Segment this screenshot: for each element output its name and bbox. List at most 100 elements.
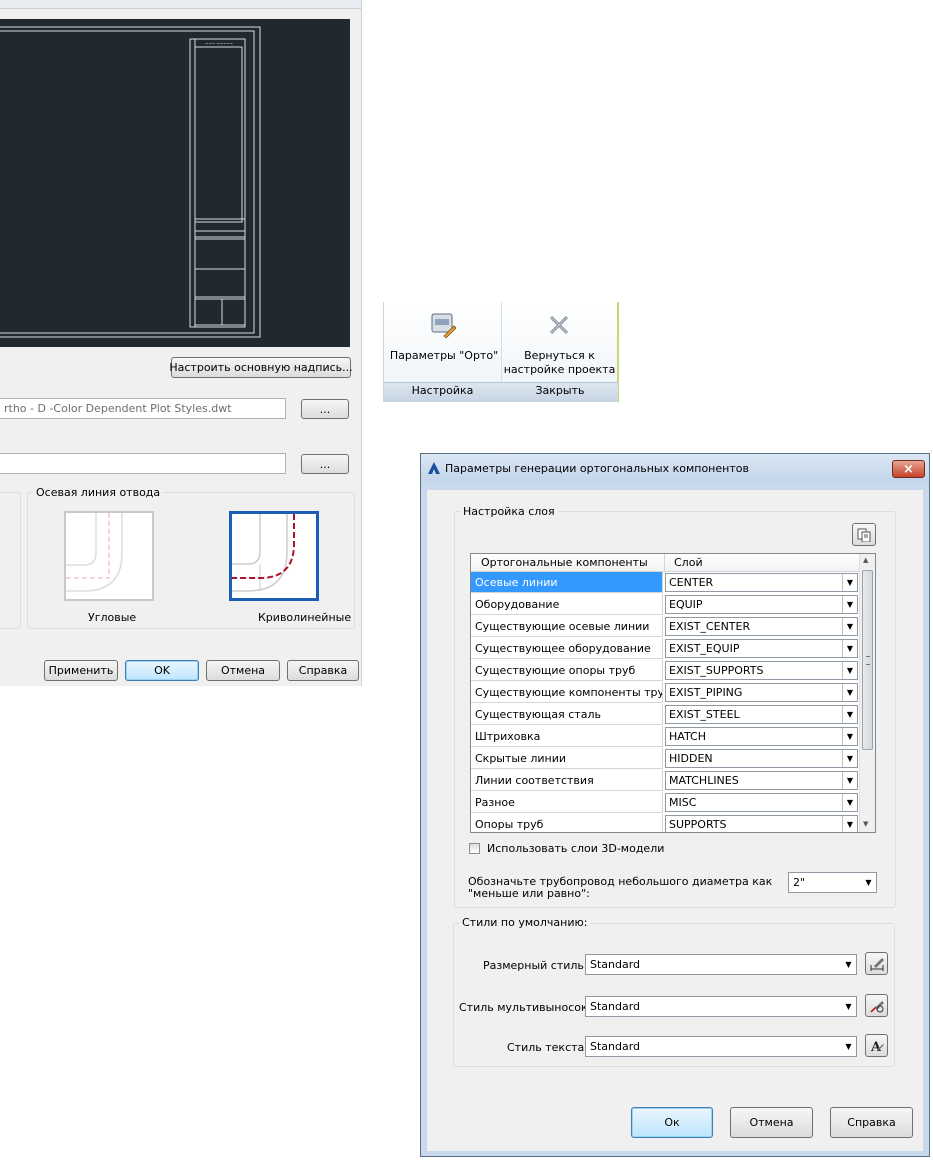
layer-table-header: Ортогональные компоненты Слой (471, 554, 860, 572)
ortho-settings-ribbon-button[interactable]: Параметры "Орто" (386, 304, 500, 381)
multileader-style-icon (869, 1000, 884, 1013)
default-styles-title: Стили по умолчанию: (459, 916, 591, 929)
header-divider (664, 554, 665, 571)
dim-style-value: Standard (590, 958, 641, 971)
component-cell[interactable]: Существующие опоры труб (471, 660, 663, 681)
chevron-down-icon: ▼ (842, 640, 857, 657)
use-3d-layers-checkbox[interactable] (469, 843, 480, 854)
table-row[interactable]: Существующие опоры труб EXIST_SUPPORTS ▼ (471, 660, 860, 682)
layer-combo[interactable]: EXIST_PIPING ▼ (665, 683, 858, 702)
layer-value: MATCHLINES (669, 774, 739, 787)
layer-value: SUPPORTS (669, 818, 727, 831)
title-block-drawing: ~~~ ~~~~~ (0, 26, 261, 338)
dialog-ok-button[interactable]: Ок (631, 1107, 713, 1138)
dialog-help-button[interactable]: Справка (830, 1107, 913, 1138)
apply-button[interactable]: Применить (44, 660, 118, 681)
layer-combo[interactable]: EQUIP ▼ (665, 595, 858, 614)
mleader-style-manager-button[interactable] (865, 994, 888, 1017)
layer-combo[interactable]: HATCH ▼ (665, 727, 858, 746)
component-cell[interactable]: Существующая сталь (471, 704, 663, 725)
chevron-down-icon: ▼ (845, 960, 852, 969)
table-row[interactable]: Существующие компоненты трубо...EXIST_PI… (471, 682, 860, 704)
table-row[interactable]: Существующая сталь EXIST_STEEL ▼ (471, 704, 860, 726)
help-button[interactable]: Справка (287, 660, 359, 681)
chevron-down-icon: ▼ (842, 772, 857, 789)
chevron-down-icon: ▼ (842, 728, 857, 745)
return-label-line2: настройке проекта (503, 363, 616, 376)
text-style-manager-button[interactable]: A (865, 1034, 888, 1057)
secondary-path-field[interactable] (0, 453, 286, 474)
table-row[interactable]: Опоры труб SUPPORTS ▼ (471, 814, 860, 832)
layer-value: EXIST_STEEL (669, 708, 740, 721)
table-row[interactable]: Линии соответствия MATCHLINES ▼ (471, 770, 860, 792)
layer-combo[interactable]: EXIST_CENTER ▼ (665, 617, 858, 636)
text-style-value: Standard (590, 1040, 641, 1053)
component-cell[interactable]: Штриховка (471, 726, 663, 747)
copy-layers-button[interactable] (852, 523, 876, 546)
component-cell[interactable]: Осевые линии (471, 572, 663, 593)
layer-value: EXIST_CENTER (669, 620, 751, 633)
dim-style-manager-button[interactable] (865, 952, 888, 975)
component-cell[interactable]: Оборудование (471, 594, 663, 615)
elbow-curved-label: Криволинейные (258, 611, 352, 624)
customize-title-block-button[interactable]: Настроить основную надпись... (169, 357, 353, 378)
layer-combo[interactable]: EXIST_SUPPORTS ▼ (665, 661, 858, 680)
chevron-down-icon: ▼ (845, 1042, 852, 1051)
elbow-centerline-group (0, 492, 21, 629)
ortho-settings-label: Параметры "Орто" (389, 349, 499, 362)
component-cell[interactable]: Существующие осевые линии (471, 616, 663, 637)
ok-button[interactable]: OK (125, 660, 199, 681)
table-row[interactable]: Скрытые линии HIDDEN ▼ (471, 748, 860, 770)
elbow-angular-option[interactable] (64, 511, 154, 601)
text-style-label: Стиль текста: (507, 1041, 588, 1054)
col-header-layer[interactable]: Слой (674, 556, 703, 569)
elbow-curved-option[interactable] (229, 511, 319, 601)
text-style-icon: A (870, 1040, 884, 1054)
table-scrollbar[interactable]: ▲ ▼ (859, 554, 875, 832)
template-path-field[interactable]: rtho - D -Color Dependent Plot Styles.dw… (0, 398, 286, 419)
dim-style-combo[interactable]: Standard ▼ (585, 954, 857, 975)
return-to-project-ribbon-button[interactable]: Вернуться к настройке проекта (503, 304, 616, 381)
layer-combo[interactable]: SUPPORTS ▼ (665, 815, 858, 832)
chevron-down-icon: ▼ (842, 794, 857, 811)
cancel-button[interactable]: Отмена (206, 660, 280, 681)
table-row[interactable]: Существующие осевые линии EXIST_CENTER ▼ (471, 616, 860, 638)
dialog-cancel-button[interactable]: Отмена (730, 1107, 813, 1138)
small-bore-combo[interactable]: 2" ▼ (788, 872, 877, 893)
elbow-curved-icon (232, 514, 295, 592)
chevron-down-icon: ▼ (865, 878, 872, 887)
table-row[interactable]: Разное MISC ▼ (471, 792, 860, 814)
dialog-top-edge (0, 0, 361, 9)
dim-style-label: Размерный стиль: (483, 959, 588, 972)
table-row[interactable]: Оборудование EQUIP ▼ (471, 594, 860, 616)
col-header-component[interactable]: Ортогональные компоненты (481, 556, 648, 569)
text-style-combo[interactable]: Standard ▼ (585, 1036, 857, 1057)
component-cell[interactable]: Опоры труб (471, 814, 663, 832)
secondary-browse-button[interactable]: ... (301, 454, 349, 474)
layer-combo[interactable]: CENTER ▼ (665, 573, 858, 592)
copy-icon (857, 528, 871, 542)
mleader-style-combo[interactable]: Standard ▼ (585, 996, 857, 1017)
template-browse-button[interactable]: ... (301, 399, 349, 419)
component-cell[interactable]: Скрытые линии (471, 748, 663, 769)
table-row[interactable]: Штриховка HATCH ▼ (471, 726, 860, 748)
scroll-down-arrow[interactable]: ▼ (863, 820, 868, 828)
component-cell[interactable]: Линии соответствия (471, 770, 663, 791)
layer-combo[interactable]: EXIST_STEEL ▼ (665, 705, 858, 724)
layer-combo[interactable]: MISC ▼ (665, 793, 858, 812)
table-row[interactable]: Осевые линии CENTER ▼ (471, 572, 860, 594)
chevron-down-icon: ▼ (842, 662, 857, 679)
component-cell[interactable]: Существующие компоненты трубо... (471, 682, 663, 703)
close-button[interactable]: × (892, 460, 925, 478)
table-row[interactable]: Существующее оборудование EXIST_EQUIP ▼ (471, 638, 860, 660)
component-cell[interactable]: Существующее оборудование (471, 638, 663, 659)
layer-combo[interactable]: EXIST_EQUIP ▼ (665, 639, 858, 658)
component-cell[interactable]: Разное (471, 792, 663, 813)
scroll-up-arrow[interactable]: ▲ (863, 556, 868, 564)
dialog-title-bar[interactable]: Параметры генерации ортогональных компон… (421, 454, 929, 482)
layer-value: CENTER (669, 576, 714, 589)
layer-combo[interactable]: HIDDEN ▼ (665, 749, 858, 768)
scroll-thumb[interactable] (862, 570, 873, 750)
close-icon: × (903, 461, 914, 477)
layer-combo[interactable]: MATCHLINES ▼ (665, 771, 858, 790)
